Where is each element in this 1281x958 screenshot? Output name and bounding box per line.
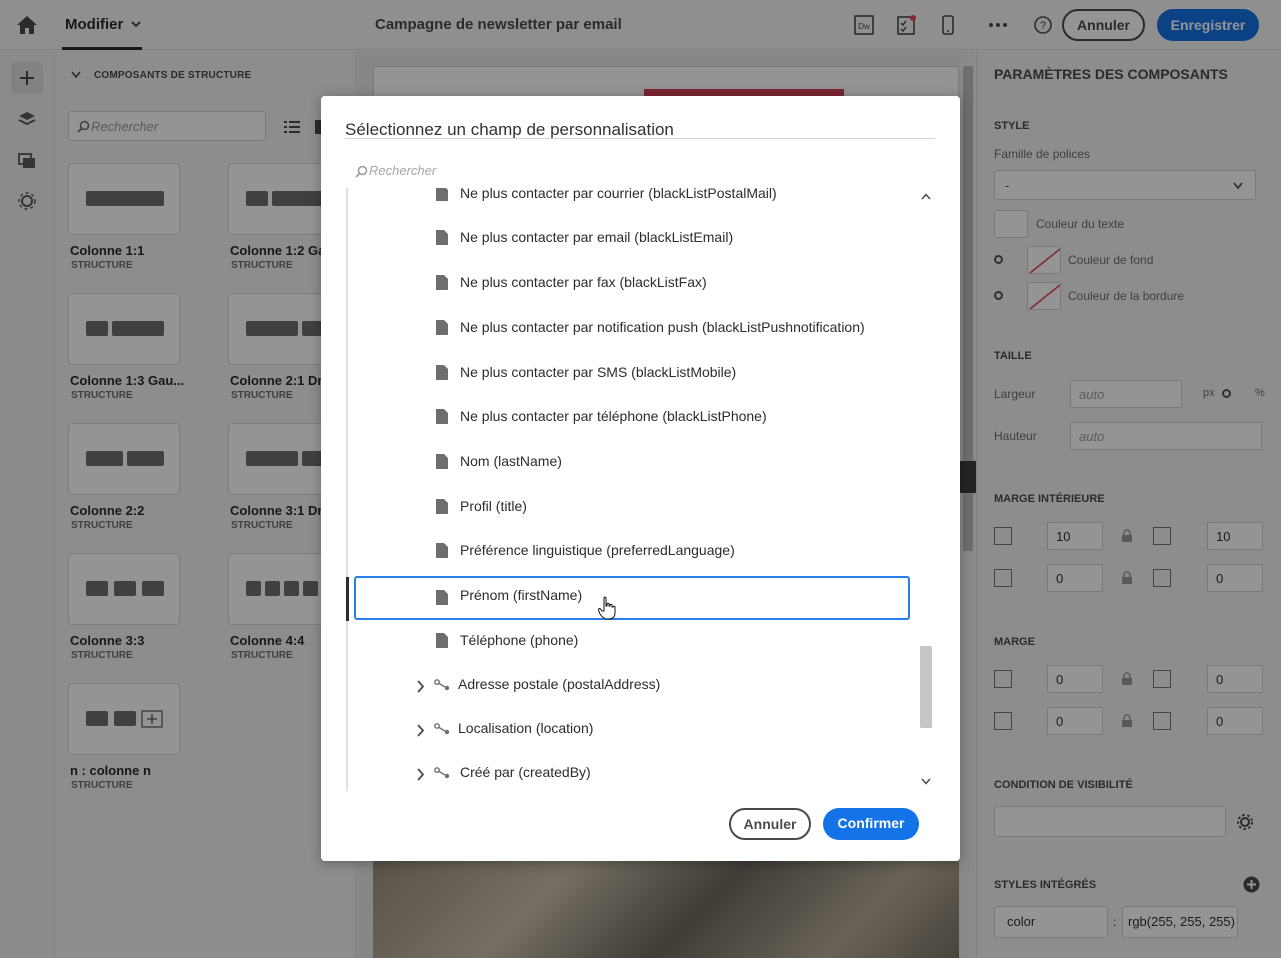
document-icon xyxy=(436,275,448,290)
dialog-title: Sélectionnez un champ de personnalisatio… xyxy=(345,120,674,139)
chevron-right-icon[interactable] xyxy=(416,768,425,781)
tree-item[interactable]: Nom (lastName) xyxy=(348,442,913,486)
link-icon xyxy=(434,679,450,691)
dialog-confirm-button[interactable]: Confirmer xyxy=(823,808,919,840)
tree-item-label: Ne plus contacter par courrier (blackLis… xyxy=(460,188,777,201)
document-icon xyxy=(436,633,448,648)
document-icon xyxy=(436,409,448,424)
tree-item-label: Prénom (firstName) xyxy=(460,587,583,603)
tree-item-label: Ne plus contacter par téléphone (blackLi… xyxy=(460,408,767,424)
document-icon xyxy=(436,543,448,558)
personalization-field-dialog: Sélectionnez un champ de personnalisatio… xyxy=(321,96,960,861)
document-icon xyxy=(436,590,448,605)
tree-node[interactable]: Adresse postale (postalAddress) xyxy=(348,665,913,709)
tree-item[interactable]: Préférence linguistique (preferredLangua… xyxy=(348,531,913,575)
tree-item-label: Téléphone (phone) xyxy=(460,632,579,648)
tree-item-label: Nom (lastName) xyxy=(460,453,562,469)
tree-item[interactable]: Ne plus contacter par notification push … xyxy=(348,308,913,352)
document-icon xyxy=(436,230,448,245)
document-icon xyxy=(436,499,448,514)
tree-item[interactable]: Ne plus contacter par fax (blackListFax) xyxy=(348,263,913,307)
tree-item[interactable]: Ne plus contacter par SMS (blackListMobi… xyxy=(348,353,913,397)
tree-node[interactable]: Localisation (location) xyxy=(348,709,913,753)
tree-scrollbar[interactable] xyxy=(918,188,934,791)
document-icon xyxy=(436,454,448,469)
link-icon xyxy=(434,723,450,735)
tree-node-label: Localisation (location) xyxy=(458,720,594,736)
dialog-cancel-button[interactable]: Annuler xyxy=(729,808,811,840)
tree-item[interactable]: Ne plus contacter par courrier (blackLis… xyxy=(348,188,913,218)
tree-item-label: Ne plus contacter par SMS (blackListMobi… xyxy=(460,364,737,380)
hand-cursor-icon xyxy=(598,596,616,620)
tree-node-label: Créé par (createdBy) xyxy=(460,764,591,780)
search-icon xyxy=(355,165,368,178)
tree-item[interactable]: Profil (title) xyxy=(348,487,913,531)
scroll-down-icon[interactable] xyxy=(921,778,931,785)
tree-item[interactable]: Ne plus contacter par téléphone (blackLi… xyxy=(348,397,913,441)
selection-indicator xyxy=(346,577,349,621)
title-divider xyxy=(345,138,935,139)
tree-item[interactable]: Ne plus contacter par email (blackListEm… xyxy=(348,218,913,262)
link-icon xyxy=(434,767,450,779)
document-icon xyxy=(436,320,448,335)
tree-item-label: Préférence linguistique (preferredLangua… xyxy=(460,542,735,558)
tree-scroll-thumb[interactable] xyxy=(920,646,932,728)
tree-item-label: Ne plus contacter par notification push … xyxy=(460,319,865,335)
tree-item-label: Ne plus contacter par email (blackListEm… xyxy=(460,229,734,245)
tree-item[interactable]: Téléphone (phone) xyxy=(348,621,913,665)
tree-item-label: Ne plus contacter par fax (blackListFax) xyxy=(460,274,707,290)
tree-node[interactable]: Créé par (createdBy) xyxy=(348,753,913,791)
chevron-right-icon[interactable] xyxy=(416,724,425,737)
document-icon xyxy=(436,188,448,201)
scroll-up-icon[interactable] xyxy=(921,193,931,200)
document-icon xyxy=(436,365,448,380)
tree-node-label: Adresse postale (postalAddress) xyxy=(458,676,661,692)
field-tree: Ne plus contacter par courrier (blackLis… xyxy=(346,188,935,791)
tree-item-label: Profil (title) xyxy=(460,498,527,514)
field-search-input[interactable]: Rechercher xyxy=(355,163,436,178)
tree-item-selected[interactable]: Prénom (firstName) xyxy=(354,576,910,620)
chevron-right-icon[interactable] xyxy=(416,680,425,693)
